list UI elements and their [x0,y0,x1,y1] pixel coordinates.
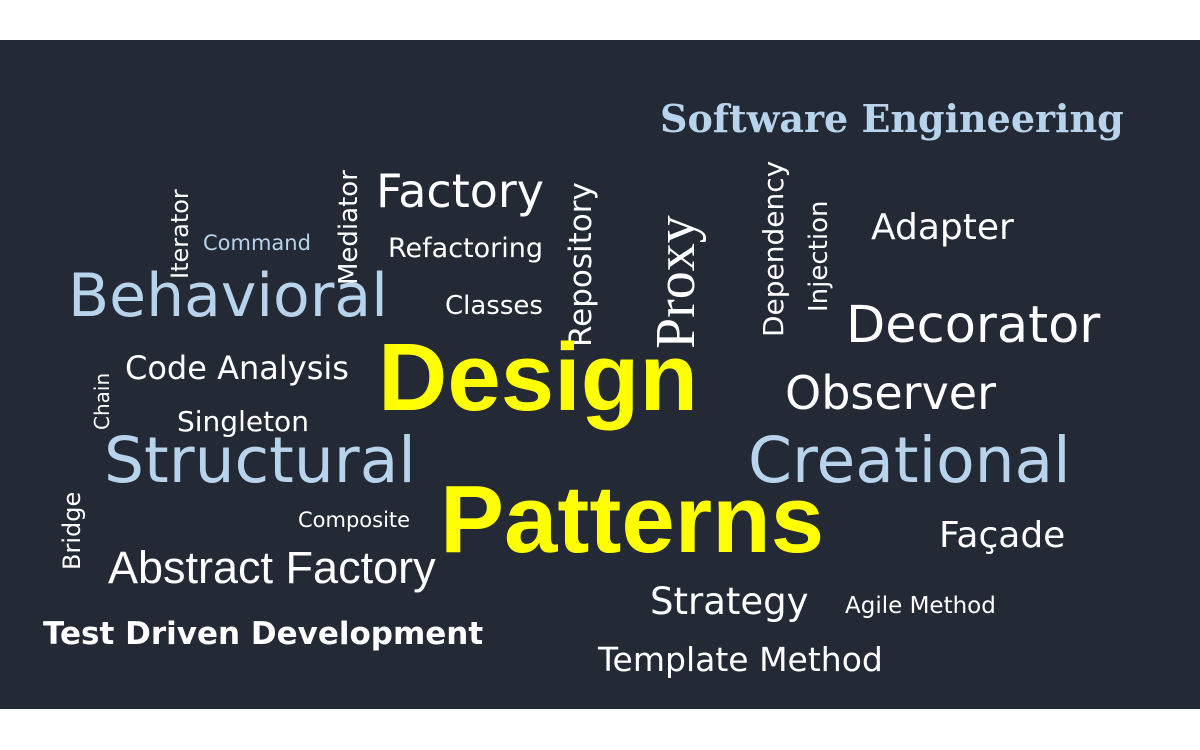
word-decorator: Decorator [846,296,1101,355]
word-classes: Classes [445,291,543,321]
word-patterns: Patterns [440,466,825,573]
word-factory: Factory [376,164,545,218]
word-abstract-factory: Abstract Factory [108,542,436,593]
word-composite: Composite [298,508,411,532]
word-facade: Façade [939,515,1066,556]
word-refactoring: Refactoring [388,233,544,264]
word-chain: Chain [90,372,114,430]
word-bridge: Bridge [58,491,86,570]
word-design: Design [378,324,699,431]
word-behavioral: Behavioral [68,261,388,331]
word-dependency: Dependency [757,160,790,337]
word-agile-method: Agile Method [845,593,996,619]
word-injection: Injection [804,200,834,312]
word-template-method: Template Method [598,640,883,679]
word-test-driven-development: Test Driven Development [43,616,484,652]
word-repository: Repository [563,182,599,347]
word-observer: Observer [785,366,997,420]
word-cloud: Software Engineering Factory Iterator Co… [0,40,1200,709]
word-structural: Structural [104,424,416,497]
word-code-analysis: Code Analysis [125,349,349,387]
word-software-engineering: Software Engineering [660,96,1124,141]
word-strategy: Strategy [650,580,809,623]
word-command: Command [203,231,311,255]
word-adapter: Adapter [871,207,1014,248]
